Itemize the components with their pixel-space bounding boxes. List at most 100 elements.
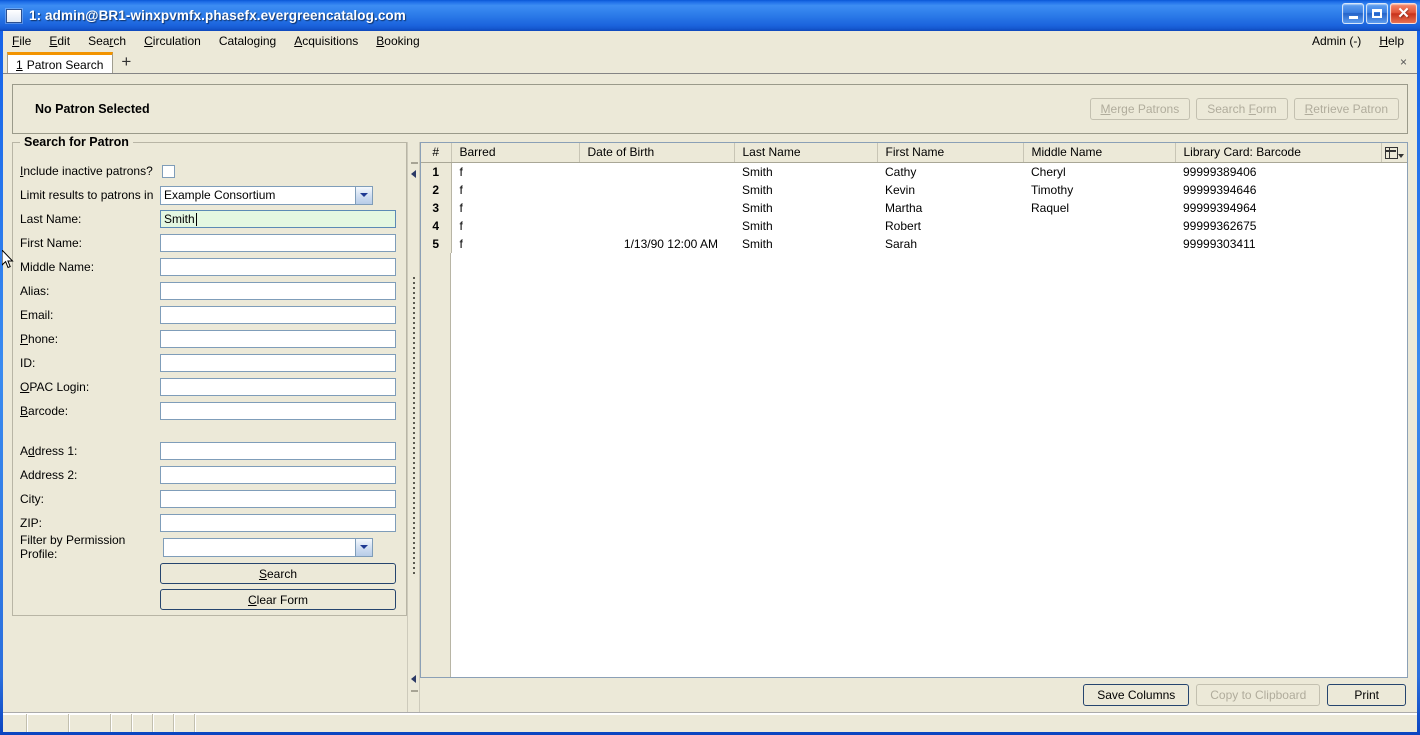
form-row-last-name: Last Name: Smith [20, 207, 406, 231]
cell-middle-name [1023, 216, 1175, 235]
retrieve-patron-button[interactable]: Retrieve Patron [1293, 98, 1399, 120]
status-cell [69, 714, 111, 732]
address-2-input[interactable] [160, 466, 396, 484]
chevron-down-icon[interactable] [355, 538, 372, 556]
email-input[interactable] [160, 306, 396, 324]
copy-to-clipboard-button[interactable]: Copy to Clipboard [1196, 684, 1321, 706]
label-address-2: Address 2: [20, 468, 78, 482]
id-input[interactable] [160, 354, 396, 372]
include-inactive-checkbox[interactable] [162, 164, 175, 178]
phone-input[interactable] [160, 330, 396, 348]
zip-input[interactable] [160, 514, 396, 532]
text-caret [195, 212, 197, 226]
form-row-zip: ZIP: [20, 511, 406, 535]
menu-circulation[interactable]: Circulation [135, 32, 210, 50]
tab-number: 1 [16, 57, 23, 72]
application-window: 1: admin@BR1-winxpvmfx.phasefx.evergreen… [0, 0, 1420, 735]
search-button[interactable]: Search [160, 563, 396, 584]
col-header-middle-name[interactable]: Middle Name [1023, 143, 1176, 163]
menu-edit[interactable]: Edit [40, 32, 79, 50]
title-bar: 1: admin@BR1-winxpvmfx.phasefx.evergreen… [0, 0, 1420, 31]
label-permission-profile: Filter by Permission Profile: [20, 533, 126, 561]
splitter-grip[interactable] [412, 277, 415, 577]
menu-cataloging[interactable]: Cataloging [210, 32, 285, 50]
menu-help[interactable]: Help [1370, 32, 1413, 50]
status-cell [174, 714, 195, 732]
col-header-first-name[interactable]: First Name [877, 143, 1024, 163]
chevron-down-icon[interactable] [355, 186, 372, 204]
print-button[interactable]: Print [1327, 684, 1406, 706]
status-cell [3, 714, 27, 732]
search-form-button[interactable]: Search Form [1196, 98, 1288, 120]
table-row[interactable]: 2 f Smith Kevin Timothy 99999394646 [421, 180, 1407, 199]
save-columns-button[interactable]: Save Columns [1083, 684, 1190, 706]
merge-patrons-button[interactable]: Merge Patrons [1089, 98, 1191, 120]
cell-barcode: 99999394964 [1175, 198, 1381, 217]
menu-search[interactable]: Search [79, 32, 135, 50]
form-spacer [20, 423, 406, 439]
barcode-input[interactable] [160, 402, 396, 420]
splitter-collapse-left-icon[interactable] [411, 170, 418, 179]
close-button[interactable]: ✕ [1390, 3, 1417, 24]
tab-patron-search[interactable]: 1 Patron Search [7, 52, 114, 74]
label-limit-results: Limit results to patrons in [20, 188, 154, 202]
cell-barred: f [451, 162, 579, 181]
last-name-value: Smith [164, 212, 195, 226]
first-name-input[interactable] [160, 234, 396, 252]
patron-search-form: Include inactive patrons? Limit results … [13, 143, 406, 615]
middle-name-input[interactable] [160, 258, 396, 276]
label-city: City: [20, 492, 44, 506]
cell-pad [1381, 180, 1407, 199]
alias-input[interactable] [160, 282, 396, 300]
cell-index: 1 [421, 162, 452, 181]
table-row[interactable]: 3 f Smith Martha Raquel 99999394964 [421, 198, 1407, 217]
address-1-input[interactable] [160, 442, 396, 460]
table-row[interactable]: 1 f Smith Cathy Cheryl 99999389406 [421, 162, 1407, 181]
menu-file[interactable]: File [3, 32, 40, 50]
clear-form-button[interactable]: Clear Form [160, 589, 396, 610]
results-table-body: 1 f Smith Cathy Cheryl 99999389406 2 f S… [421, 162, 1407, 253]
grid-blank-area [451, 252, 1407, 677]
results-table-head: # Barred Date of Birth Last Name First N… [421, 143, 1407, 163]
menu-acquisitions[interactable]: Acquisitions [285, 32, 367, 50]
split-panes: Search for Patron Include inactive patro… [12, 135, 1408, 712]
cell-last-name: Smith [734, 234, 877, 253]
pane-splitter[interactable] [407, 142, 420, 712]
groupbox-title: Search for Patron [20, 135, 133, 149]
table-row[interactable]: 5 f 1/13/90 12:00 AM Smith Sarah 9999930… [421, 234, 1407, 253]
label-last-name: Last Name: [20, 212, 82, 226]
close-tab-icon[interactable]: × [1400, 55, 1407, 69]
col-header-barred[interactable]: Barred [451, 143, 580, 163]
minimize-button[interactable] [1342, 3, 1364, 24]
permission-profile-select[interactable] [163, 537, 373, 557]
patron-header-bar: No Patron Selected Merge Patrons Search … [12, 84, 1408, 134]
patron-header-actions: Merge Patrons Search Form Retrieve Patro… [1089, 98, 1399, 120]
form-row-address-1: Address 1: [20, 439, 406, 463]
maximize-button[interactable] [1366, 3, 1388, 24]
cell-pad [1381, 216, 1407, 235]
cell-pad [1381, 162, 1407, 181]
new-tab-button[interactable]: + [121, 53, 131, 73]
last-name-input[interactable]: Smith [160, 210, 396, 228]
limit-results-select[interactable]: Example Consortium [160, 185, 373, 205]
cell-dob [579, 162, 734, 181]
city-input[interactable] [160, 490, 396, 508]
menu-booking[interactable]: Booking [367, 32, 428, 50]
cell-last-name: Smith [734, 162, 877, 181]
form-row-address-2: Address 2: [20, 463, 406, 487]
cell-pad [1381, 234, 1407, 253]
col-header-index[interactable]: # [421, 143, 452, 163]
col-header-last-name[interactable]: Last Name [734, 143, 878, 163]
col-header-date-of-birth[interactable]: Date of Birth [579, 143, 735, 163]
opac-login-input[interactable] [160, 378, 396, 396]
column-picker-button[interactable] [1381, 143, 1407, 163]
splitter-tick-top [411, 162, 418, 164]
table-row[interactable]: 4 f Smith Robert 99999362675 [421, 216, 1407, 235]
tab-label: Patron Search [26, 57, 104, 72]
cell-middle-name: Timothy [1023, 180, 1175, 199]
menu-admin[interactable]: Admin (-) [1303, 32, 1370, 50]
results-header-row: # Barred Date of Birth Last Name First N… [421, 143, 1407, 163]
col-header-library-card-barcode[interactable]: Library Card: Barcode [1175, 143, 1382, 163]
cell-index: 2 [421, 180, 452, 199]
splitter-collapse-left-icon-bottom[interactable] [411, 675, 418, 684]
